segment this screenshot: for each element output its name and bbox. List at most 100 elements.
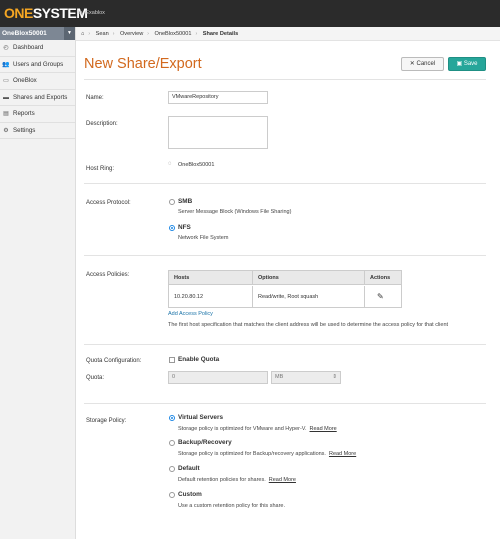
quota-label: Quota: <box>86 375 105 381</box>
node-selector-label: OneBlox50001 <box>2 30 47 37</box>
divider <box>84 183 486 184</box>
read-more-link[interactable]: Read More <box>310 426 337 432</box>
smb-radio[interactable] <box>169 199 175 205</box>
logo-one: ONE <box>4 5 33 21</box>
nfs-title: NFS <box>178 224 191 231</box>
save-icon: ▣ <box>456 61 463 67</box>
nfs-desc: Network File System <box>178 235 229 241</box>
divider <box>84 79 486 80</box>
default-title: Default <box>178 465 200 472</box>
sidebar-item-label: Dashboard <box>13 44 44 51</box>
access-policies-label: Access Policies: <box>86 272 130 278</box>
description-textarea[interactable] <box>168 116 268 149</box>
backup-recovery-radio[interactable] <box>169 440 175 446</box>
breadcrumb-item[interactable]: Sean <box>96 31 109 37</box>
enable-quota-label: Enable Quota <box>178 356 220 363</box>
name-input[interactable]: VMwareRepository <box>168 91 268 104</box>
breadcrumb-current: Share Details <box>202 31 239 37</box>
col-actions: Actions <box>370 275 391 281</box>
read-more-link[interactable]: Read More <box>329 451 356 457</box>
virtual-servers-desc-text: Storage policy is optimized for VMware a… <box>178 426 307 432</box>
sidebar-item-reports[interactable]: ▤ Reports <box>0 106 75 123</box>
virtual-servers-title: Virtual Servers <box>178 414 223 421</box>
host-ring-label: Host Ring: <box>86 166 115 172</box>
nfs-radio[interactable] <box>169 225 175 231</box>
sidebar-item-oneblox[interactable]: ▭ OneBlox <box>0 73 75 90</box>
sidebar: OneBlox50001 ▼ ◴ Dashboard 👥 Users and Gro… <box>0 27 76 539</box>
col-options: Options <box>253 271 365 285</box>
smb-desc: Server Message Block (Windows File Shari… <box>178 209 292 215</box>
quota-input[interactable]: 0 <box>168 371 268 384</box>
save-label: Save <box>463 61 478 67</box>
sidebar-item-settings[interactable]: ⚙ Settings <box>0 123 75 139</box>
virtual-servers-desc: Storage policy is optimized for VMware a… <box>178 426 337 432</box>
dashboard-icon: ◴ <box>3 45 9 51</box>
name-label: Name: <box>86 95 104 101</box>
backup-recovery-desc-text: Storage policy is optimized for Backup/r… <box>178 451 326 457</box>
folder-icon: ▬ <box>3 94 9 101</box>
table-header: Hosts Options Actions <box>169 271 401 285</box>
pencil-icon[interactable]: ✎ <box>365 286 401 308</box>
quota-unit-select[interactable]: MB ⇕ <box>271 371 341 384</box>
backup-recovery-title: Backup/Recovery <box>178 439 232 446</box>
sidebar-item-label: Settings <box>13 126 36 134</box>
separator-icon: › <box>147 31 149 37</box>
sidebar-item-label: OneBlox <box>13 77 37 84</box>
custom-desc: Use a custom retention policy for this s… <box>178 503 285 509</box>
page-title: New Share/Export <box>84 56 202 72</box>
users-icon: 👥 <box>2 61 10 68</box>
default-desc: Default retention policies for shares. Re… <box>178 477 296 483</box>
policy-host-cell: 10.20.80.12 <box>169 286 253 308</box>
virtual-servers-radio[interactable] <box>169 415 175 421</box>
host-ring-value: OneBlox50001 <box>178 162 215 168</box>
backup-recovery-desc: Storage policy is optimized for Backup/r… <box>178 451 356 457</box>
logo-byline: by Exablox <box>78 10 105 16</box>
divider <box>84 255 486 256</box>
read-more-link[interactable]: Read More <box>269 477 296 483</box>
storage-policy-label: Storage Policy: <box>86 418 127 424</box>
enable-quota-checkbox[interactable] <box>169 357 175 363</box>
divider <box>84 344 486 345</box>
sidebar-item-shares[interactable]: ▬ Shares and Exports <box>0 90 75 106</box>
logo: ONESYSTEM <box>4 5 88 21</box>
sidebar-item-label: Users and Groups <box>13 60 64 68</box>
top-bar: ONESYSTEM by Exablox <box>0 0 500 27</box>
policies-table: Hosts Options Actions 10.20.80.12 Read/w… <box>168 270 402 308</box>
default-radio[interactable] <box>169 466 175 472</box>
add-access-policy-link[interactable]: Add Access Policy <box>168 311 213 317</box>
separator-icon: › <box>88 31 91 37</box>
chevron-down-icon[interactable]: ▼ <box>64 27 75 40</box>
custom-title: Custom <box>178 491 202 498</box>
policy-options-cell: Read/write, Root squash <box>253 286 365 308</box>
sidebar-item-label: Shares and Exports <box>13 93 68 101</box>
breadcrumb-item[interactable]: OneBlox50001 <box>154 31 191 37</box>
home-icon[interactable]: ⌂ <box>81 31 84 37</box>
cancel-button[interactable]: ✕ Cancel <box>401 57 444 71</box>
separator-icon: › <box>195 31 198 37</box>
reports-icon: ▤ <box>3 111 9 117</box>
ring-icon: ◌ <box>168 161 172 167</box>
gear-icon: ⚙ <box>3 127 9 134</box>
breadcrumb-item[interactable]: Overview <box>120 31 143 37</box>
close-icon: ✕ <box>409 61 415 67</box>
divider <box>84 403 486 404</box>
quota-config-label: Quota Configuration: <box>86 358 142 364</box>
custom-radio[interactable] <box>169 492 175 498</box>
access-protocol-label: Access Protocol: <box>86 200 131 206</box>
separator-icon: › <box>112 31 115 37</box>
default-desc-text: Default retention policies for shares. <box>178 477 266 483</box>
col-hosts: Hosts <box>169 271 253 285</box>
breadcrumb: ⌂ › Sean › Overview › OneBlox50001 › Share D… <box>76 27 500 41</box>
policy-hint: The first host specification that matche… <box>168 322 449 328</box>
save-button[interactable]: ▣ Save <box>448 57 486 71</box>
node-selector[interactable]: OneBlox50001 ▼ <box>0 27 75 40</box>
sidebar-item-users[interactable]: 👥 Users and Groups <box>0 57 75 73</box>
oneblox-icon: ▭ <box>3 78 9 84</box>
smb-title: SMB <box>178 198 193 205</box>
sidebar-item-dashboard[interactable]: ◴ Dashboard <box>0 40 75 57</box>
sidebar-item-label: Reports <box>13 110 35 117</box>
updown-icon: ⇕ <box>332 374 337 380</box>
quota-unit-value: MB <box>275 374 284 380</box>
cancel-label: Cancel <box>416 61 436 67</box>
description-label: Description: <box>86 121 118 127</box>
